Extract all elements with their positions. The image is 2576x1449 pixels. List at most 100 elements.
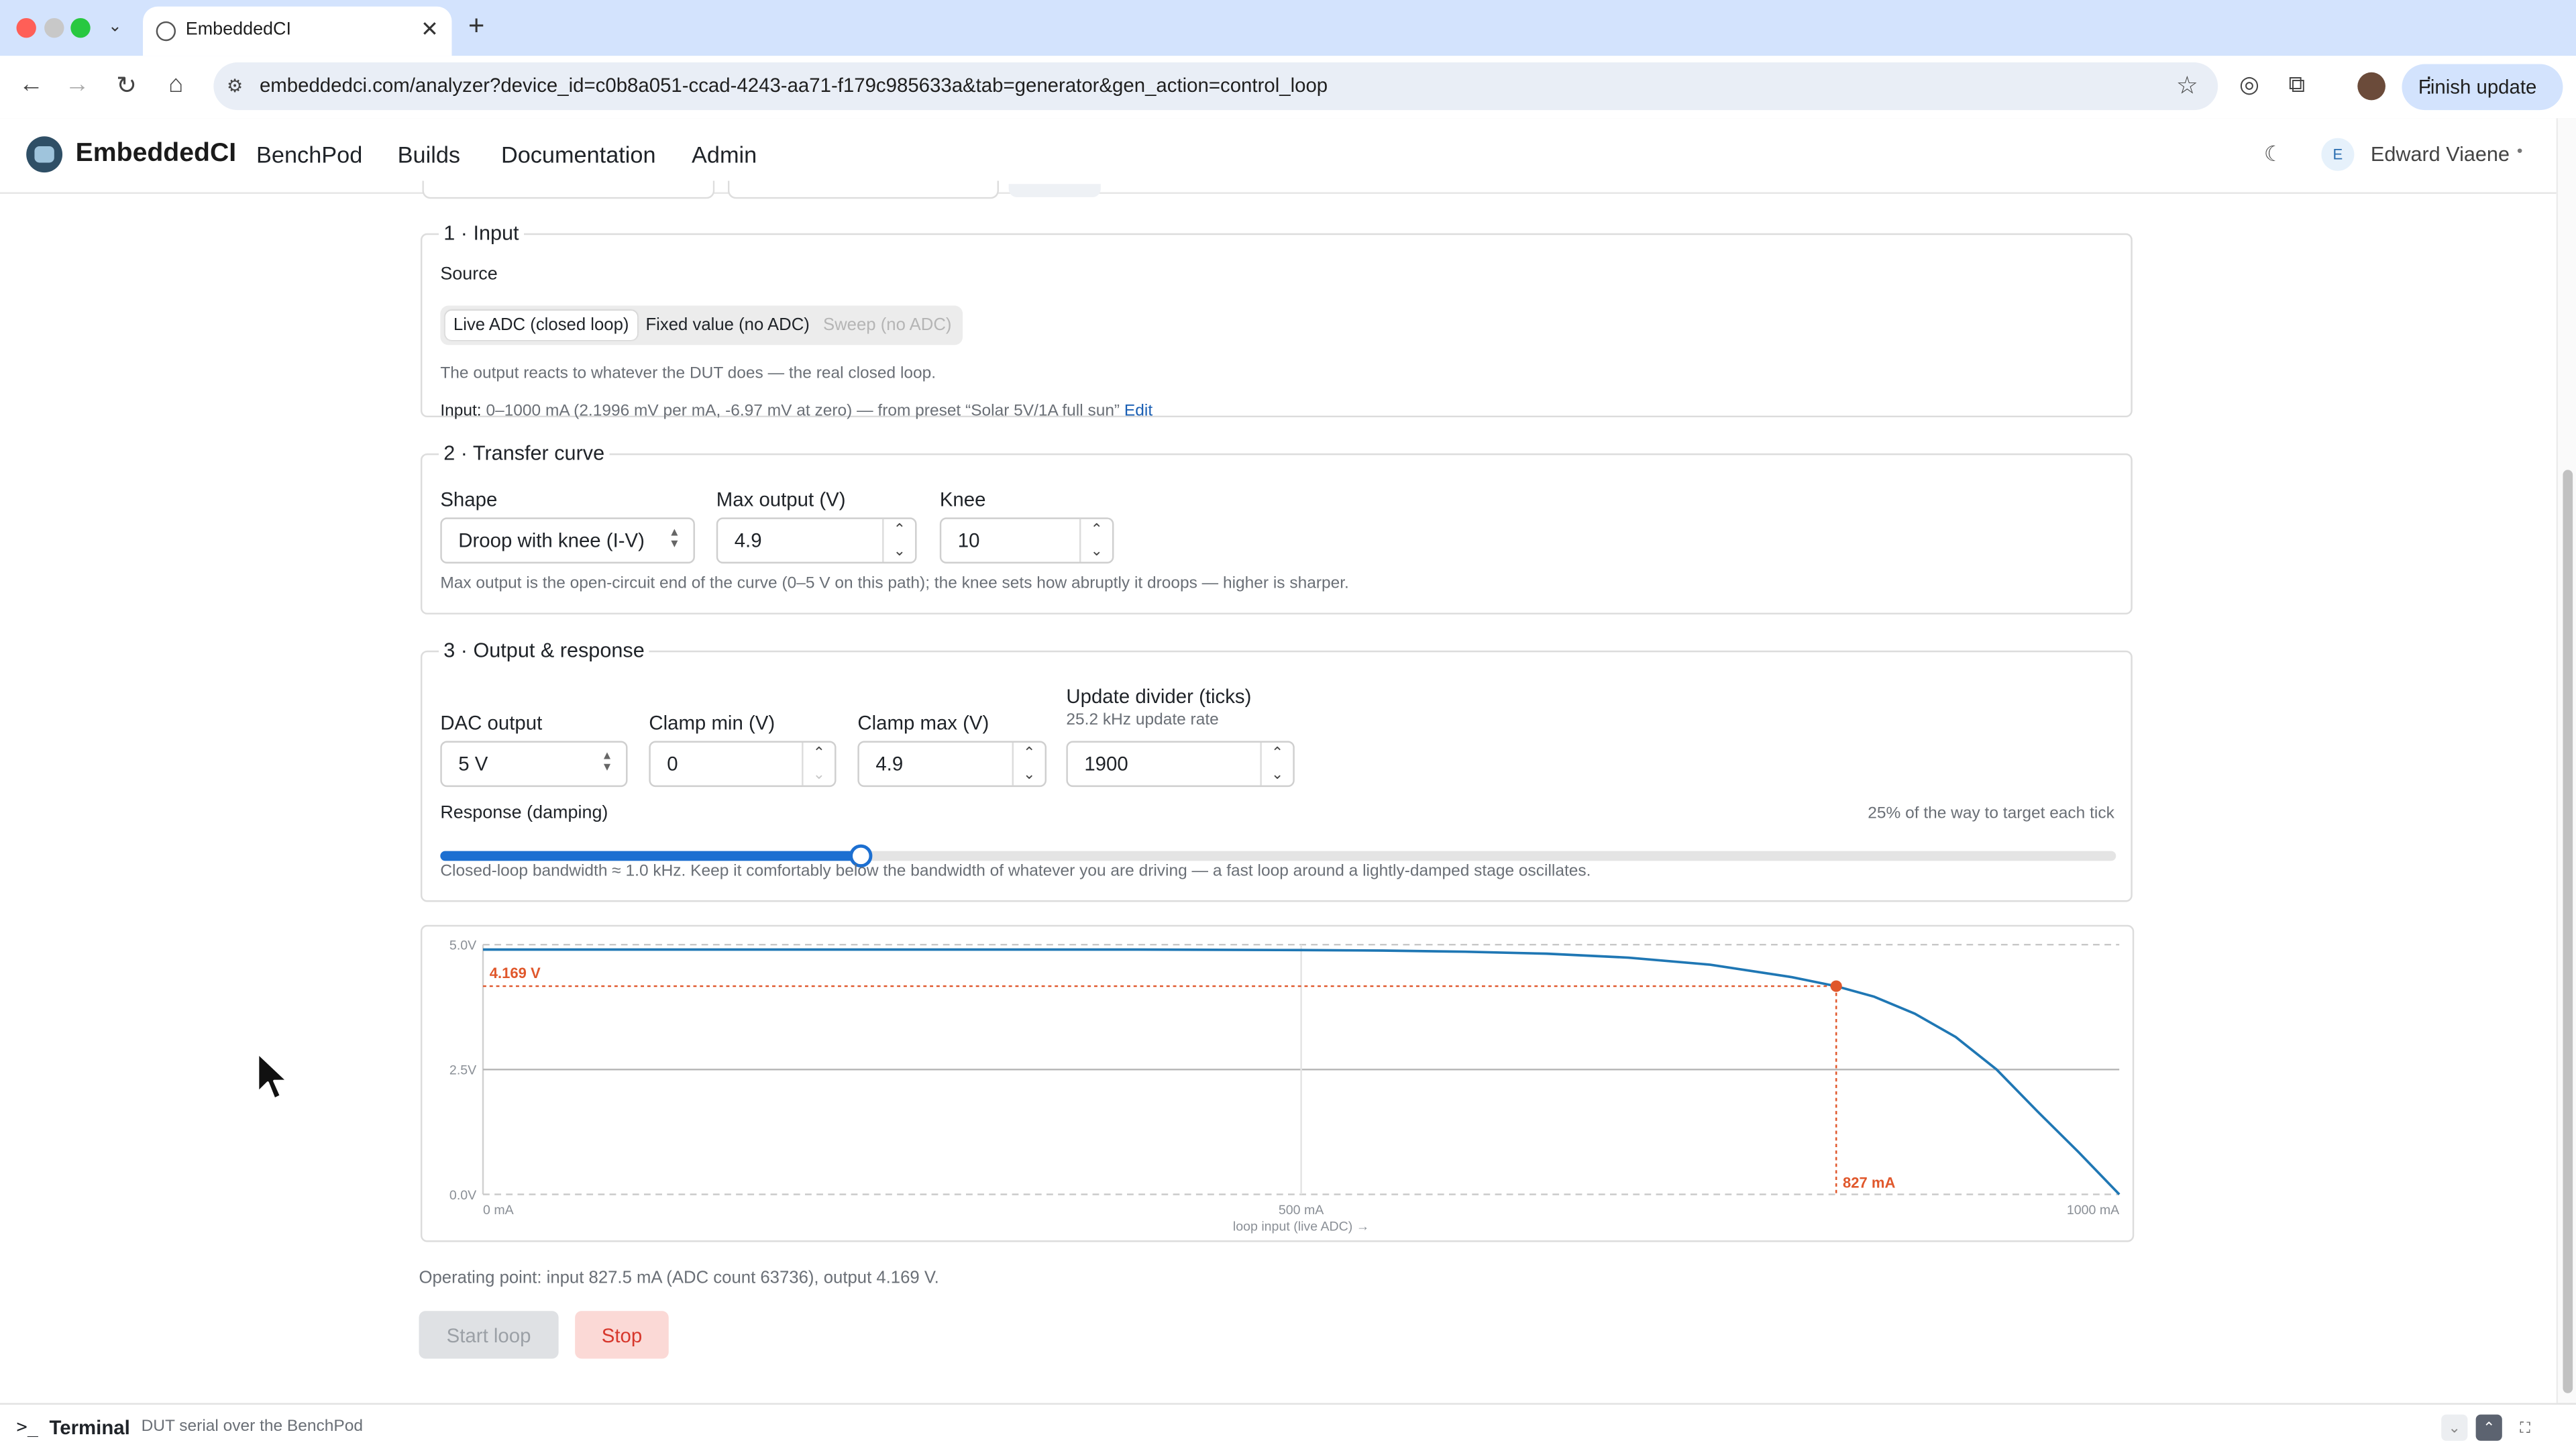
embeddedci-logo[interactable]	[26, 136, 63, 173]
update-divider-stepper[interactable]: ⌃ ⌄	[1260, 742, 1293, 786]
source-segmented-control: Live ADC (closed loop) Fixed value (no A…	[440, 305, 963, 345]
browser-tab-strip: ⌄ EmbeddedCI ✕ +	[0, 0, 2576, 56]
reload-icon[interactable]: ↻	[112, 70, 142, 101]
input-range-detail: 0–1000 mA (2.1996 mV per mA, -6.97 mV at…	[486, 402, 1120, 421]
terminal-title: Terminal	[49, 1416, 130, 1440]
clamp-max-value: 4.9	[875, 752, 904, 775]
clamp-min-stepper[interactable]: ⌃ ⌄	[802, 742, 835, 786]
stop-button[interactable]: Stop	[575, 1311, 669, 1359]
terminal-fullscreen-icon[interactable]: ⛶	[2512, 1415, 2538, 1441]
minimize-window-button[interactable]	[44, 17, 64, 38]
dac-output-select[interactable]: 5 V ▲ ▼	[440, 741, 628, 788]
source-option-live-adc[interactable]: Live ADC (closed loop)	[445, 310, 637, 340]
transfer-section-legend: 2 · Transfer curve	[443, 441, 605, 466]
profile-avatar[interactable]	[2357, 72, 2385, 101]
clamp-min-input[interactable]: 0 ⌃ ⌄	[649, 741, 837, 788]
new-tab-icon[interactable]: +	[468, 10, 484, 43]
scrolled-control	[422, 180, 715, 199]
x-tick-label: 0 mA	[483, 1203, 515, 1218]
decrement-icon[interactable]: ⌄	[804, 764, 835, 786]
shape-value: Droop with knee (I-V)	[458, 529, 645, 552]
x-axis-label: loop input (live ADC) →	[1233, 1219, 1369, 1234]
close-tab-icon[interactable]: ✕	[421, 16, 439, 42]
forward-icon[interactable]: →	[62, 70, 92, 99]
source-description: The output reacts to whatever the DUT do…	[440, 364, 936, 383]
user-menu-dot-icon[interactable]: •	[2517, 143, 2523, 161]
terminal-bar[interactable]: >_ Terminal DUT serial over the BenchPod…	[0, 1403, 2576, 1449]
mouse-cursor-icon	[256, 1051, 289, 1101]
max-output-label: Max output (V)	[716, 488, 846, 511]
scrollbar-thumb[interactable]	[2563, 470, 2573, 1393]
user-avatar[interactable]: E	[2321, 138, 2355, 171]
nav-documentation[interactable]: Documentation	[501, 142, 656, 168]
nav-admin[interactable]: Admin	[692, 142, 757, 168]
decrement-icon[interactable]: ⌄	[1014, 764, 1045, 786]
site-info-icon[interactable]: ⚙	[227, 76, 243, 97]
clamp-max-stepper[interactable]: ⌃ ⌄	[1012, 742, 1045, 786]
nav-benchpod[interactable]: BenchPod	[256, 142, 362, 168]
increment-icon[interactable]: ⌃	[804, 743, 835, 764]
decrement-icon[interactable]: ⌄	[884, 541, 916, 562]
response-hint: 25% of the way to target each tick	[1868, 805, 2114, 823]
input-range-line: Input: 0–1000 mA (2.1996 mV per mA, -6.9…	[440, 402, 1152, 421]
response-slider[interactable]	[440, 844, 2116, 868]
app-header: EmbeddedCI BenchPod Builds Documentation…	[0, 118, 2557, 194]
url-text[interactable]: embeddedci.com/analyzer?device_id=c0b8a0…	[260, 74, 1328, 97]
page-scrollbar[interactable]	[2556, 118, 2576, 1403]
extension-icon[interactable]: ◎	[2239, 70, 2259, 99]
transfer-curve-chart: 0.0V 2.5V 5.0V 0 mA 500 mA 1000 mA loop input …	[420, 924, 2135, 1242]
x-tick-label: 1000 mA	[2067, 1203, 2120, 1218]
maximize-window-button[interactable]	[70, 17, 91, 38]
address-bar[interactable]: ⚙ embeddedci.com/analyzer?device_id=c0b8…	[213, 62, 2218, 111]
nav-builds[interactable]: Builds	[398, 142, 460, 168]
y-tick-label: 2.5V	[449, 1063, 476, 1078]
dac-output-label: DAC output	[440, 711, 543, 735]
input-section-legend: 1 · Input	[443, 221, 519, 245]
knee-stepper[interactable]: ⌃ ⌄	[1079, 519, 1112, 562]
tab-search-icon[interactable]: ⌄	[102, 15, 128, 41]
decrement-icon[interactable]: ⌄	[1081, 541, 1112, 562]
shape-select[interactable]: Droop with knee (I-V) ▲ ▼	[440, 517, 695, 564]
knee-input[interactable]: 10 ⌃ ⌄	[939, 517, 1114, 564]
transfer-curve-section: 2 · Transfer curve Shape Droop with knee…	[420, 441, 2133, 614]
more-menu-icon[interactable]: ⋮	[2418, 72, 2550, 99]
input-section: 1 · Input Source Live ADC (closed loop) …	[420, 221, 2133, 421]
max-output-stepper[interactable]: ⌃ ⌄	[882, 519, 915, 562]
puzzle-icon[interactable]: ⧉	[2288, 70, 2304, 99]
bookmark-star-icon[interactable]: ☆	[2176, 70, 2198, 101]
finish-update-button[interactable]: Finish update ⋮	[2402, 64, 2563, 111]
source-option-fixed-value[interactable]: Fixed value (no ADC)	[637, 311, 818, 340]
back-icon[interactable]: ←	[16, 70, 46, 99]
browser-tab[interactable]: EmbeddedCI ✕	[143, 6, 452, 56]
source-option-sweep[interactable]: Sweep (no ADC)	[815, 311, 960, 340]
terminal-expand-icon[interactable]: ⌃	[2475, 1414, 2502, 1441]
y-tick-label: 5.0V	[449, 938, 476, 953]
scrolled-control	[727, 180, 999, 199]
terminal-collapse-icon[interactable]: ⌄	[2441, 1414, 2468, 1441]
update-divider-input[interactable]: 1900 ⌃ ⌄	[1066, 741, 1295, 788]
increment-icon[interactable]: ⌃	[1081, 519, 1112, 541]
close-window-button[interactable]	[16, 17, 36, 38]
brand-name[interactable]: EmbeddedCI	[76, 140, 237, 169]
screen: ⌄ EmbeddedCI ✕ + ← → ↻ ⌂ ⚙ embeddedci.co…	[0, 0, 2576, 1449]
start-loop-label: Start loop	[446, 1324, 531, 1348]
bandwidth-help: Closed-loop bandwidth ≈ 1.0 kHz. Keep it…	[440, 862, 1591, 881]
dark-mode-toggle-icon[interactable]: ☾	[2264, 142, 2284, 168]
output-section-legend: 3 · Output & response	[443, 639, 645, 662]
edit-preset-link[interactable]: Edit	[1124, 402, 1152, 421]
increment-icon[interactable]: ⌃	[1014, 743, 1045, 764]
select-chevron-icon: ▲ ▼	[668, 527, 680, 551]
start-loop-button[interactable]: Start loop	[419, 1311, 559, 1359]
max-output-input[interactable]: 4.9 ⌃ ⌄	[716, 517, 917, 564]
increment-icon[interactable]: ⌃	[884, 519, 916, 541]
home-icon[interactable]: ⌂	[161, 70, 191, 99]
update-rate-text: 25.2 kHz update rate	[1066, 711, 1219, 730]
clamp-max-input[interactable]: 4.9 ⌃ ⌄	[857, 741, 1047, 788]
y-tick-label: 0.0V	[449, 1188, 476, 1203]
decrement-icon[interactable]: ⌄	[1262, 764, 1293, 786]
clamp-max-label: Clamp max (V)	[857, 711, 989, 735]
scrolled-control	[1008, 184, 1101, 197]
transfer-help: Max output is the open-circuit end of th…	[440, 575, 1349, 594]
user-name[interactable]: Edward Viaene	[2371, 143, 2510, 166]
increment-icon[interactable]: ⌃	[1262, 743, 1293, 764]
